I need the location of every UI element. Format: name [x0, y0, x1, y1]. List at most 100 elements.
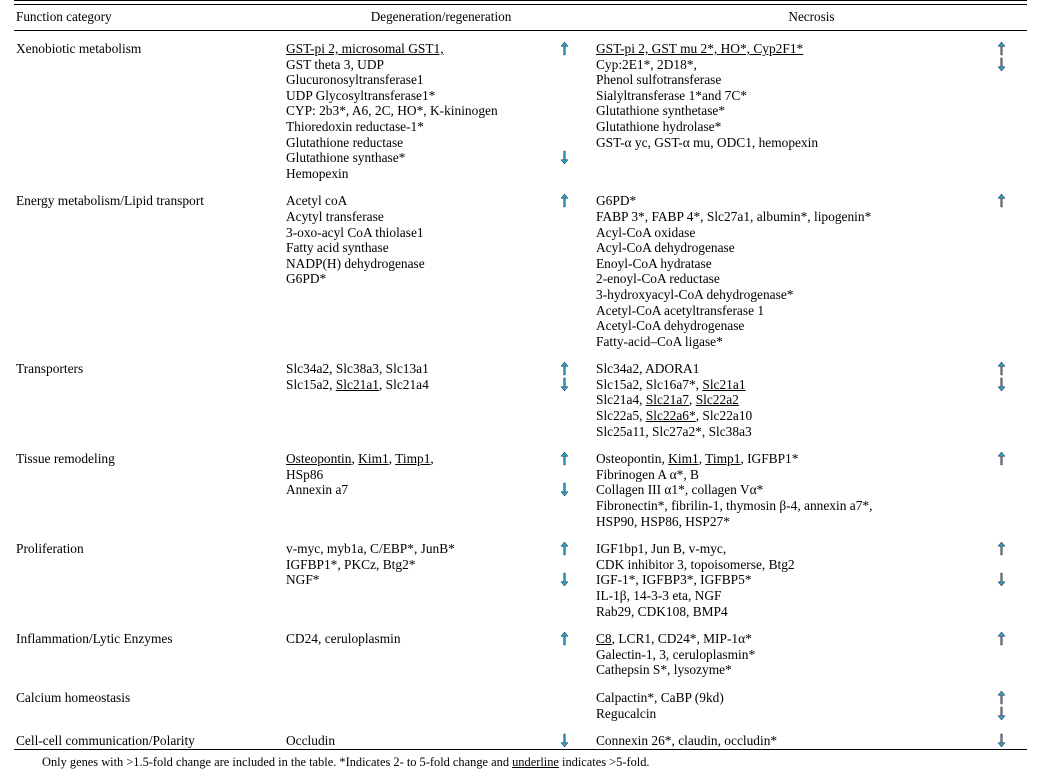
table-row: Tissue remodeling Osteopontin, Kim1, Timp…	[14, 447, 1027, 529]
gene-name: UDP Glycosyltransferase1*	[286, 87, 436, 103]
arrow-up-icon	[976, 451, 1027, 467]
gene-line: Fibronectin*, fibrilin-1, thymosin β-4, …	[596, 498, 976, 514]
gene-name: Slc21a4,	[596, 392, 646, 408]
gene-line: Acetyl-CoA acetyltransferase 1	[596, 303, 976, 319]
cell-degeneration-genes: Occludin	[286, 729, 532, 749]
gene-line: G6PD*	[286, 271, 532, 287]
arrow-slot-empty	[532, 225, 596, 241]
table-row: Xenobiotic metabolism GST-pi 2, microsoma…	[14, 37, 1027, 181]
gene-name: 3-hydroxyacyl-CoA dehydrogenase*	[596, 286, 794, 302]
gene-line: Rab29, CDK108, BMP4	[596, 604, 976, 620]
gene-name: Calpactin*, CaBP (9kd)	[596, 689, 724, 705]
arrow-slot-empty	[532, 166, 596, 182]
cell-necrosis-genes: Connexin 26*, claudin, occludin*	[596, 729, 976, 749]
cell-degeneration-genes: GST-pi 2, microsomal GST1, GST theta 3, U…	[286, 37, 532, 181]
table-footer: Only genes with >1.5-fold change are inc…	[14, 748, 1027, 770]
arrow-down-icon	[532, 150, 596, 166]
arrow-up-icon	[976, 690, 1027, 706]
cell-degeneration-direction	[532, 537, 596, 619]
arrow-down-icon	[532, 733, 596, 749]
arrow-down-icon	[532, 572, 596, 588]
arrow-slot-empty	[976, 424, 1027, 440]
gene-name-underlined: Kim1	[358, 451, 389, 467]
gene-line: IL-1β, 14-3-3 eta, NGF	[596, 588, 976, 604]
arrow-glyph	[559, 377, 569, 392]
gene-name: , LCR1, CD24*, MIP-1α*	[611, 631, 752, 647]
arrow-down-icon	[976, 57, 1027, 73]
arrow-slot-empty	[976, 240, 1027, 256]
table-row: Cell-cell communication/Polarity Occludin…	[14, 729, 1027, 749]
gene-line: Acetyl coA	[286, 193, 532, 209]
gene-name: FABP 3*, FABP 4*, Slc27a1, albumin*, lip…	[596, 208, 872, 224]
gene-name-underlined: Slc22a6*	[645, 408, 696, 424]
cell-necrosis-direction	[976, 729, 1027, 749]
table-row: Transporters Slc34a2, Slc38a3, Slc13a1 Slc…	[14, 357, 1027, 439]
arrow-slot-empty	[976, 318, 1027, 334]
arrow-glyph	[559, 150, 569, 165]
arrow-slot-empty	[532, 103, 596, 119]
gene-line: IGFBP1*, PKCz, Btg2*	[286, 557, 532, 573]
gene-line: Glutathione synthase*	[286, 150, 532, 166]
cell-degeneration-genes	[286, 686, 532, 721]
gene-name: CYP: 2b3*, A6, 2C, HO*, K-kininogen	[286, 103, 498, 119]
gene-line: NGF*	[286, 572, 532, 588]
arrow-glyph	[997, 361, 1006, 376]
arrow-glyph	[559, 482, 569, 497]
gene-name: Connexin 26*, claudin, occludin*	[596, 733, 778, 749]
gene-line: Glucuronosyltransferase1	[286, 72, 532, 88]
gene-line: Acetyl-CoA dehydrogenase	[596, 318, 976, 334]
gene-name: Sialyltransferase 1*and 7C*	[596, 87, 747, 103]
gene-name: Slc15a2, Slc16a7*,	[596, 376, 703, 392]
gene-name: G6PD*	[286, 271, 327, 287]
arrow-slot-empty	[976, 514, 1027, 530]
gene-line: Hemopexin	[286, 166, 532, 182]
arrow-slot-empty	[976, 287, 1027, 303]
arrow-glyph	[559, 193, 569, 208]
gene-name: v-myc, myb1a, C/EBP*, JunB*	[286, 541, 455, 557]
row-spacer	[14, 678, 1027, 686]
arrow-slot-empty	[532, 271, 596, 287]
gene-line: Slc15a2, Slc21a1, Slc21a4	[286, 377, 532, 393]
gene-line: Regucalcin	[596, 706, 976, 722]
row-spacer	[14, 439, 1027, 447]
header-necrosis: Necrosis	[788, 9, 835, 24]
gene-line: FABP 3*, FABP 4*, Slc27a1, albumin*, lip…	[596, 209, 976, 225]
gene-line: Fatty-acid–CoA ligase*	[596, 334, 976, 350]
arrow-glyph	[559, 631, 569, 646]
gene-line: Galectin-1, 3, ceruloplasmin*	[596, 647, 976, 663]
cell-degeneration-genes: Slc34a2, Slc38a3, Slc13a1 Slc15a2, Slc21a…	[286, 357, 532, 439]
arrow-glyph	[997, 541, 1006, 556]
gene-name: Slc34a2, ADORA1	[596, 361, 700, 377]
arrow-slot-empty	[532, 119, 596, 135]
footnote-part-c: indicates >5-fold.	[558, 754, 650, 769]
footnote-underline-word: underline	[512, 754, 559, 769]
gene-name: Glutathione hydrolase*	[596, 118, 722, 134]
gene-name: Rab29, CDK108, BMP4	[596, 603, 728, 619]
gene-name: Slc22a5,	[596, 408, 646, 424]
arrow-slot-empty	[532, 557, 596, 573]
arrow-glyph	[997, 690, 1006, 705]
gene-name: , IGFBP1*	[740, 451, 799, 467]
cell-degeneration-genes: Osteopontin, Kim1, Timp1, HSp86 Annexin a7	[286, 447, 532, 529]
arrow-glyph	[997, 631, 1006, 646]
cell-function-category: Transporters	[16, 361, 84, 377]
gene-name: Annexin a7	[286, 482, 349, 498]
gene-name: Acetyl-CoA dehydrogenase	[596, 318, 745, 334]
gene-name: 3-oxo-acyl CoA thiolase1	[286, 224, 424, 240]
arrow-slot-empty	[976, 498, 1027, 514]
gene-name: ,	[430, 451, 434, 467]
gene-line: Osteopontin, Kim1, Timp1,	[286, 451, 532, 467]
cell-degeneration-direction	[532, 357, 596, 439]
row-spacer	[14, 721, 1027, 729]
gene-name: CD24, ceruloplasmin	[286, 631, 401, 647]
gene-line: Fatty acid synthase	[286, 240, 532, 256]
arrow-glyph	[559, 733, 569, 748]
gene-line: Connexin 26*, claudin, occludin*	[596, 733, 976, 749]
gene-line: Glutathione reductase	[286, 135, 532, 151]
arrow-slot-empty	[532, 256, 596, 272]
gene-line: G6PD*	[596, 193, 976, 209]
gene-name-underlined: Timp1	[705, 451, 741, 467]
gene-name-underlined: Kim1	[668, 451, 699, 467]
arrow-up-icon	[532, 541, 596, 557]
gene-line: Slc34a2, ADORA1	[596, 361, 976, 377]
